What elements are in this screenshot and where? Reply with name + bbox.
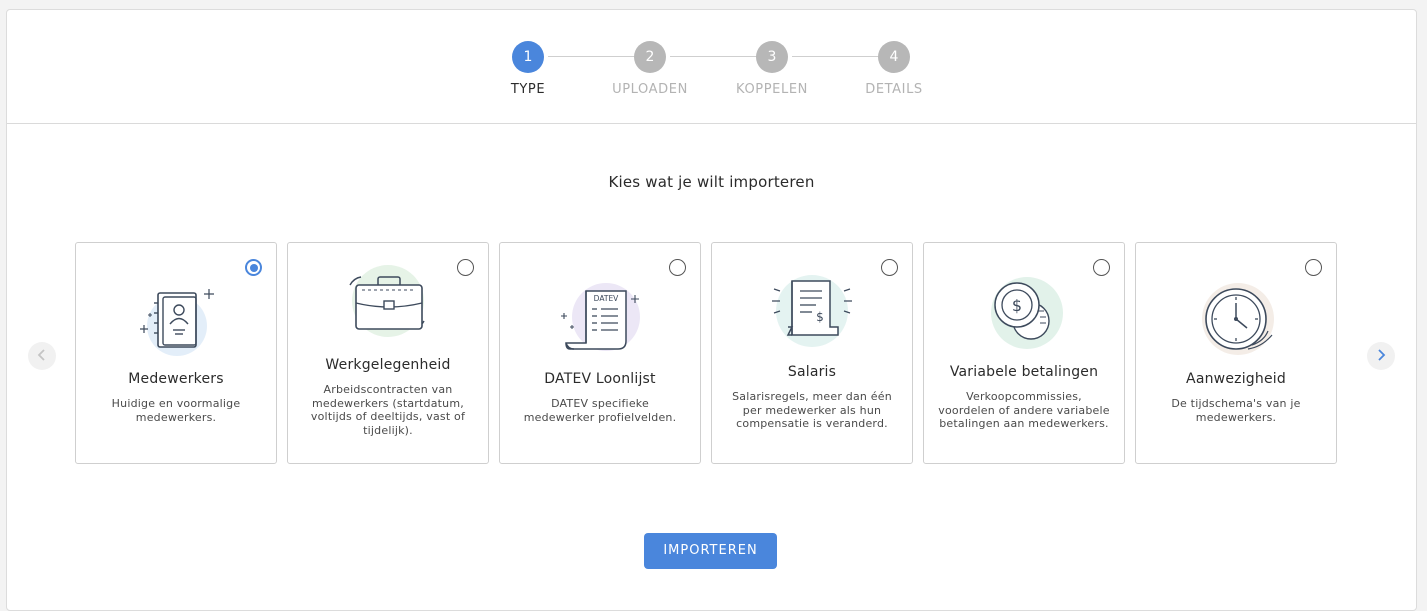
step-type[interactable]: 1 TYPE bbox=[468, 41, 588, 97]
card-description: Arbeidscontracten van medewerkers (start… bbox=[310, 383, 466, 437]
salary-receipt-icon: $ bbox=[768, 269, 856, 357]
step-number: 4 bbox=[878, 41, 910, 73]
stepper: 1 TYPE 2 UPLOADEN 3 KOPPELEN 4 DETAILS bbox=[7, 10, 1416, 124]
import-type-card-datev-loonlijst[interactable]: DATEV DATEV Loonlijst DATEV specifieke m… bbox=[499, 242, 701, 464]
radio-button[interactable] bbox=[881, 259, 898, 276]
icon-text: DATEV bbox=[594, 294, 620, 303]
card-description: De tijdschema's van je medewerkers. bbox=[1171, 397, 1301, 424]
radio-button[interactable] bbox=[1305, 259, 1322, 276]
card-title: DATEV Loonlijst bbox=[544, 371, 656, 387]
step-uploaden[interactable]: 2 UPLOADEN bbox=[590, 41, 710, 97]
briefcase-icon bbox=[344, 263, 432, 351]
step-number: 2 bbox=[634, 41, 666, 73]
radio-button[interactable] bbox=[457, 259, 474, 276]
card-title: Salaris bbox=[787, 364, 837, 380]
card-title: Werkgelegenheid bbox=[325, 357, 451, 373]
card-description: Verkoopcommissies, voordelen of andere v… bbox=[938, 390, 1110, 430]
card-title: Variabele betalingen bbox=[949, 364, 1099, 380]
import-type-card-werkgelegenheid[interactable]: Werkgelegenheid Arbeidscontracten van me… bbox=[287, 242, 489, 464]
import-type-card-salaris[interactable]: $ Salaris Salarisregels, meer dan één pe… bbox=[711, 242, 913, 464]
card-description: Huidige en voormalige medewerkers. bbox=[111, 397, 241, 424]
step-label: DETAILS bbox=[865, 82, 923, 97]
card-description: DATEV specifieke medewerker profielvelde… bbox=[523, 397, 677, 424]
import-type-card-aanwezigheid[interactable]: Aanwezigheid De tijdschema's van je mede… bbox=[1135, 242, 1337, 464]
carousel-next-button[interactable] bbox=[1367, 342, 1395, 370]
svg-text:$: $ bbox=[1012, 296, 1022, 315]
datev-receipt-icon: DATEV bbox=[556, 275, 644, 363]
card-title: Aanwezigheid bbox=[1186, 371, 1286, 387]
employee-book-icon bbox=[132, 275, 220, 363]
card-description: Salarisregels, meer dan één per medewerk… bbox=[732, 390, 892, 430]
step-number: 1 bbox=[512, 41, 544, 73]
import-wizard-panel: 1 TYPE 2 UPLOADEN 3 KOPPELEN 4 DETAILS K… bbox=[6, 9, 1417, 611]
step-details[interactable]: 4 DETAILS bbox=[834, 41, 954, 97]
import-type-card-variabele-betalingen[interactable]: $ Variabele betalingen Verkoopcommissies… bbox=[923, 242, 1125, 464]
chevron-right-icon bbox=[1378, 349, 1386, 361]
step-label: UPLOADEN bbox=[612, 82, 688, 97]
import-type-card-medewerkers[interactable]: Medewerkers Huidige en voormalige medewe… bbox=[75, 242, 277, 464]
radio-button[interactable] bbox=[669, 259, 686, 276]
step-label: KOPPELEN bbox=[736, 82, 808, 97]
carousel-prev-button[interactable] bbox=[28, 342, 56, 370]
step-koppelen[interactable]: 3 KOPPELEN bbox=[712, 41, 832, 97]
radio-button[interactable] bbox=[1093, 259, 1110, 276]
step-label: TYPE bbox=[510, 82, 546, 97]
card-title: Medewerkers bbox=[128, 371, 224, 387]
svg-text:$: $ bbox=[816, 310, 824, 324]
chevron-left-icon bbox=[37, 349, 45, 361]
radio-button[interactable] bbox=[245, 259, 262, 276]
import-button[interactable]: IMPORTEREN bbox=[644, 533, 777, 569]
coins-icon: $ bbox=[980, 269, 1068, 357]
page-heading: Kies wat je wilt importeren bbox=[608, 173, 815, 191]
clock-icon bbox=[1192, 275, 1280, 363]
step-number: 3 bbox=[756, 41, 788, 73]
